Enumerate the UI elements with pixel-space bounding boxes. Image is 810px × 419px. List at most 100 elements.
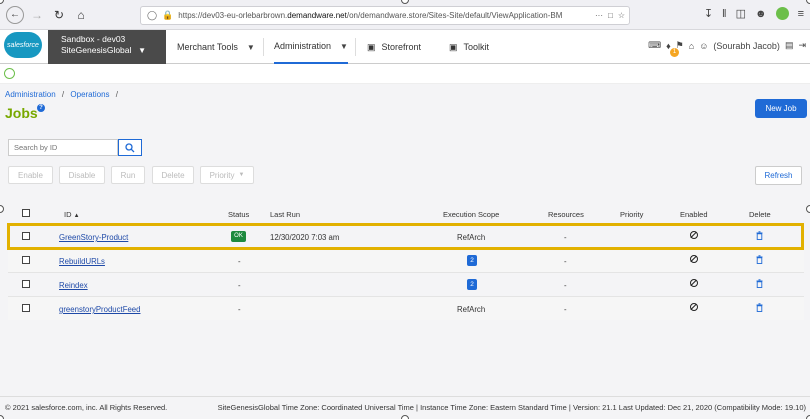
- row-checkbox[interactable]: [22, 304, 30, 312]
- column-header-enabled: Enabled: [680, 210, 708, 219]
- breadcrumb-administration[interactable]: Administration: [5, 90, 56, 99]
- menu-storefront[interactable]: ▣ Storefront: [367, 30, 421, 64]
- status: -: [238, 305, 241, 314]
- url-suffix: /on/demandware.store/Sites-Site/default/…: [346, 11, 563, 20]
- menu-merchant-tools[interactable]: Merchant Tools ▼: [177, 30, 255, 64]
- bookmark-star-icon[interactable]: ☆: [618, 11, 625, 20]
- priority-dropdown[interactable]: Priority ▼: [200, 166, 254, 184]
- refresh-button[interactable]: Refresh: [755, 166, 802, 185]
- more-icon[interactable]: ···: [595, 11, 603, 20]
- run-button[interactable]: Run: [111, 166, 145, 184]
- disabled-icon[interactable]: [690, 279, 698, 287]
- menu-icon[interactable]: ≡: [798, 8, 804, 20]
- new-job-button[interactable]: New Job: [755, 99, 807, 118]
- scope-count-badge[interactable]: 2: [467, 279, 477, 290]
- user-icon[interactable]: ☺: [699, 41, 708, 51]
- status: -: [238, 281, 241, 290]
- disabled-icon[interactable]: [690, 255, 698, 263]
- library-icon[interactable]: ‖: [722, 8, 727, 20]
- sidebar-icon[interactable]: ◫: [736, 7, 746, 20]
- priority-label: Priority: [209, 170, 235, 180]
- menu-divider: [355, 38, 356, 56]
- copyright: © 2021 salesforce.com, inc. All Rights R…: [5, 403, 168, 412]
- menu-administration[interactable]: Administration ▼: [274, 30, 348, 64]
- menu-label: Merchant Tools: [177, 42, 238, 52]
- extension-icon[interactable]: [775, 7, 789, 20]
- page-title: Jobs: [5, 105, 38, 121]
- lock-icon: 🔒: [162, 10, 174, 20]
- secondary-toolbar: [0, 64, 810, 84]
- browser-tools: ↧ ‖ ◫ ☻ ≡: [704, 7, 804, 20]
- job-link[interactable]: RebuildURLs: [59, 257, 105, 266]
- row-checkbox[interactable]: [22, 256, 30, 264]
- back-icon[interactable]: ←: [6, 5, 24, 24]
- selection-highlight: [7, 223, 804, 250]
- search-input[interactable]: [8, 139, 118, 156]
- notification-badge: 1: [670, 47, 680, 57]
- breadcrumb-operations[interactable]: Operations: [70, 90, 109, 99]
- home-icon[interactable]: ⌂: [689, 41, 694, 51]
- logout-icon[interactable]: ⇥: [798, 40, 806, 51]
- column-header-delete: Delete: [749, 210, 771, 219]
- column-header-id[interactable]: ID ▲: [64, 210, 80, 219]
- notification-bell-icon[interactable]: ♦ 1: [666, 41, 680, 57]
- monitor-icon: ▣: [449, 41, 458, 52]
- job-id: RebuildURLs: [59, 257, 105, 266]
- trash-icon[interactable]: [756, 255, 763, 264]
- job-link[interactable]: greenstoryProductFeed: [59, 305, 140, 314]
- breadcrumb-separator: /: [115, 90, 118, 99]
- url-domain: demandware.net: [287, 11, 347, 20]
- keyboard-icon[interactable]: ⌨: [648, 40, 661, 51]
- job-id: greenstoryProductFeed: [59, 305, 140, 314]
- salesforce-logo[interactable]: salesforce: [4, 32, 42, 58]
- url-bar[interactable]: ◯ 🔒 https://dev03-eu-orlebarbrown. demand…: [140, 6, 630, 25]
- column-header-execution-scope: Execution Scope: [443, 210, 500, 219]
- reload-icon[interactable]: ↻: [50, 6, 68, 24]
- shield-icon: ◯: [147, 10, 158, 20]
- disable-button[interactable]: Disable: [59, 166, 105, 184]
- column-header-resources: Resources: [548, 210, 584, 219]
- breadcrumb-separator: /: [61, 90, 65, 99]
- extension-icon[interactable]: [4, 68, 15, 79]
- enable-button[interactable]: Enable: [8, 166, 53, 184]
- site-name-label: SiteGenesisGlobal: [61, 45, 132, 55]
- row-checkbox[interactable]: [22, 280, 30, 288]
- account-icon[interactable]: ☻: [755, 8, 767, 20]
- column-header-last-run: Last Run: [270, 210, 301, 219]
- pocket-icon[interactable]: □: [608, 11, 613, 20]
- user-name[interactable]: (Sourabh Jacob): [713, 41, 780, 51]
- caret-down-icon: ▼: [238, 172, 245, 178]
- help-icon[interactable]: ?: [37, 104, 45, 112]
- search-button[interactable]: [118, 139, 142, 156]
- job-link[interactable]: Reindex: [59, 281, 88, 290]
- menu-divider: [263, 38, 264, 56]
- table-row: RebuildURLs - 2 -: [8, 248, 804, 272]
- breadcrumb: Administration / Operations /: [5, 90, 122, 99]
- sort-asc-icon: ▲: [73, 213, 80, 219]
- site-selector[interactable]: Sandbox - dev03 SiteGenesisGlobal ▼: [48, 30, 166, 64]
- disabled-icon[interactable]: [690, 303, 698, 311]
- caret-down-icon: ▼: [138, 46, 146, 55]
- resize-handle[interactable]: [806, 415, 810, 419]
- resources: -: [564, 305, 567, 314]
- instance-info: SiteGenesisGlobal Time Zone: Coordinated…: [217, 403, 806, 412]
- menu-toolkit[interactable]: ▣ Toolkit: [449, 30, 489, 64]
- resources: -: [564, 281, 567, 290]
- resize-handle[interactable]: [401, 415, 409, 419]
- status: -: [238, 257, 241, 266]
- documents-icon[interactable]: ▤: [785, 40, 794, 51]
- resize-handle[interactable]: [806, 205, 810, 213]
- url-prefix: https://dev03-eu-orlebarbrown.: [178, 11, 288, 20]
- menu-label: Administration: [274, 41, 332, 51]
- scope-count-badge[interactable]: 2: [467, 255, 477, 266]
- trash-icon[interactable]: [756, 279, 763, 288]
- monitor-icon: ▣: [367, 41, 376, 52]
- forward-icon[interactable]: →: [28, 6, 46, 24]
- select-all-checkbox[interactable]: [22, 209, 30, 217]
- trash-icon[interactable]: [756, 303, 763, 312]
- delete-button[interactable]: Delete: [152, 166, 194, 184]
- download-icon[interactable]: ↧: [704, 7, 713, 20]
- execution-scope: RefArch: [457, 305, 486, 314]
- job-id: Reindex: [59, 281, 88, 290]
- home-icon[interactable]: ⌂: [72, 6, 90, 24]
